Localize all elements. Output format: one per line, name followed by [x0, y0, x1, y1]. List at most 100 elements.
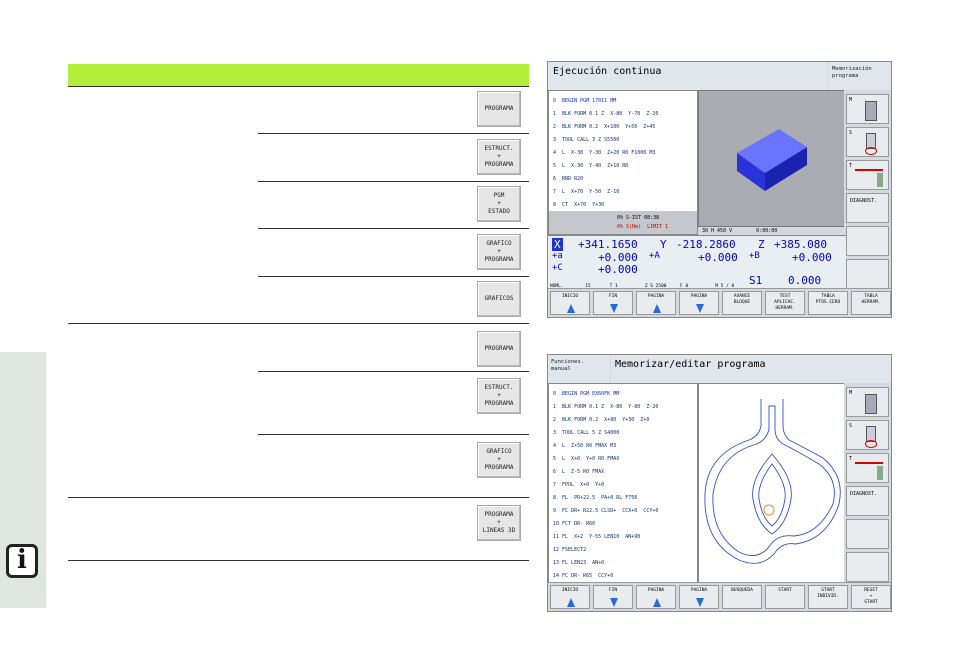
softkey-label: PAGINA — [690, 588, 708, 593]
softkey-tabla-herram[interactable]: TABLA HERRAM. — [851, 291, 891, 315]
sidekey-empty[interactable] — [846, 519, 889, 549]
program-line: 1 BLK FORM 0.1 Z X-80 Y-80 Z-20 — [553, 404, 659, 410]
mode-label: Memorización programa — [832, 66, 872, 79]
softkey-busqueda[interactable]: BUSQUEDA — [722, 585, 762, 609]
rotation-icon — [865, 440, 877, 448]
axis-label-a: +a — [552, 251, 563, 261]
axis-value-y: -218.2860 — [676, 238, 736, 251]
softkey-inicio[interactable]: INICIO — [550, 585, 590, 609]
sidekey-label: T — [849, 163, 853, 169]
softkey-pagina-up[interactable]: PAGINA — [636, 585, 676, 609]
program-line: 12 FSELECT2 — [553, 547, 587, 553]
cnc-screen-editar: Funciones. manual Memorizar/editar progr… — [547, 354, 892, 612]
softkey-programa[interactable]: PROGRAMA — [477, 91, 521, 127]
program-line: 13 FL LEN23 AN+0 — [553, 560, 605, 566]
program-line: 7 FPOL X+0 Y+0 — [553, 482, 605, 488]
softkey-start[interactable]: START — [765, 585, 805, 609]
softkey-programa-2[interactable]: PROGRAMA — [477, 331, 521, 367]
program-line: 8 FL PR+22.5 PA+0 RL F750 — [553, 495, 638, 501]
graphic-status-text: 30 H 450 V 0:00:00 — [702, 228, 778, 234]
info-icon: i — [6, 544, 38, 578]
softkey-avance-bloque[interactable]: AVANCE BLOQUE — [722, 291, 762, 315]
axis-value-z: +385.080 — [774, 238, 827, 251]
softkey-programa-lineas-3d[interactable]: PROGRAMA + LINEAS 3D — [477, 505, 521, 541]
program-line: 11 FL X+2 Y-55 LEN10 AN+90 — [553, 534, 641, 540]
program-line: 1 BLK FORM 0.1 Z X-80 Y-70 Z-20 — [553, 111, 659, 117]
spindle-icon — [865, 394, 877, 414]
contour-graphic — [704, 399, 841, 564]
sidekey-diagnost[interactable]: DIAGNOST. — [846, 486, 889, 516]
program-line: 5 L X-30 Y-40 Z+10 RR — [553, 163, 629, 169]
axis-label-z: Z — [758, 238, 765, 251]
softkey-pagina-down[interactable]: PAGINA — [679, 291, 719, 315]
program-listing: 0 BEGIN PGM EX60FK MM 1 BLK FORM 0.1 Z X… — [548, 383, 698, 584]
sidekey-m[interactable]: M — [846, 387, 889, 417]
sidekey-label: DIAGNOST. — [850, 491, 878, 497]
program-line: 0 BEGIN PGM EX60FK MM — [553, 391, 620, 397]
row-divider — [68, 560, 529, 561]
arrow-down-icon — [610, 304, 618, 313]
softkey-graficos[interactable]: GRAFICOS — [477, 281, 521, 317]
softkey-pagina-up[interactable]: PAGINA — [636, 291, 676, 315]
program-line: 4 L X-30 Y-30 Z+20 R0 F1000 M3 — [553, 150, 656, 156]
sidekey-label: T — [849, 456, 853, 462]
spindle-label: S1 — [749, 274, 763, 287]
softkey-label: PAGINA — [647, 294, 665, 299]
softkey-label: TABLA PTOS.CERO — [815, 294, 841, 305]
softkey-test-aplicac[interactable]: TEST APLICAC. HERRAM. — [765, 291, 805, 315]
position-display: X +341.1650 Y -218.2860 Z +385.080 +a +0… — [548, 235, 846, 292]
softkey-fin[interactable]: FIN — [593, 585, 633, 609]
softkey-tabla-ptos-cero[interactable]: TABLA PTOS.CERO — [808, 291, 848, 315]
arrow-up-icon — [653, 304, 661, 313]
horizontal-softkeys: INICIO FIN PAGINA PAGINA BUSQUEDA START … — [548, 582, 891, 611]
softkey-inicio[interactable]: INICIO — [550, 291, 590, 315]
row-divider — [68, 497, 529, 498]
program-line: 2 BLK FORM 0.2 X+100 Y+50 Z+45 — [553, 124, 656, 130]
row-divider — [258, 228, 529, 229]
axis-value-x: +341.1650 — [578, 238, 638, 251]
sidekey-t[interactable]: T — [846, 453, 889, 483]
tool-icon — [877, 466, 883, 480]
row-divider — [258, 181, 529, 182]
softkey-grafico-programa-2[interactable]: GRAFICO + PROGRAMA — [477, 442, 521, 478]
mode-box: Funciones. manual — [548, 355, 610, 384]
sidekey-s[interactable]: S — [846, 127, 889, 157]
row-divider — [258, 133, 529, 134]
program-line: 7 L X+70 Y-50 Z-10 — [553, 189, 620, 195]
sidekey-m[interactable]: M — [846, 94, 889, 124]
status-line: 0% S-IST 08:38 — [617, 215, 660, 221]
axis-label-b: +B — [749, 251, 760, 261]
arrow-up-icon — [567, 598, 575, 607]
softkey-start-individ[interactable]: START INDIVID. — [808, 585, 848, 609]
arrow-down-icon — [696, 304, 704, 313]
mode-label: Funciones. manual — [551, 359, 585, 372]
softkey-grafico-programa[interactable]: GRAFICO + PROGRAMA — [477, 234, 521, 270]
softkey-label: BUSQUEDA — [731, 588, 753, 593]
axis-value-aa: +0.000 — [698, 251, 738, 264]
axis-label-y: Y — [660, 238, 667, 251]
program-line: 3 TOOL CALL 5 Z S4000 — [553, 430, 620, 436]
sidekey-label: M — [849, 390, 853, 396]
program-line: 4 L Z+50 R0 FMAX M3 — [553, 443, 617, 449]
softkey-pgm-estado[interactable]: PGM + ESTADO — [477, 186, 521, 222]
softkey-estruct-programa[interactable]: ESTRUCT. + PROGRAMA — [477, 139, 521, 175]
sidekey-diagnost[interactable]: DIAGNOST. — [846, 193, 889, 223]
sidekey-empty[interactable] — [846, 259, 889, 289]
program-line: 14 FC DR- R65 CCY+0 — [553, 573, 614, 579]
sidekey-empty[interactable] — [846, 552, 889, 582]
softkey-label: TEST APLICAC. HERRAM. — [774, 294, 796, 311]
arrow-down-icon — [696, 598, 704, 607]
sidekey-t[interactable]: T — [846, 160, 889, 190]
program-line: 6 L Z-5 R0 FMAX — [553, 469, 605, 475]
workpiece-3d — [737, 129, 807, 191]
softkey-fin[interactable]: FIN — [593, 291, 633, 315]
softkey-label: AVANCE BLOQUE — [733, 294, 751, 305]
softkey-pagina-down[interactable]: PAGINA — [679, 585, 719, 609]
program-line: 2 BLK FORM 0.2 X+80 Y+30 Z+0 — [553, 417, 650, 423]
graphic-window — [698, 90, 846, 227]
sidekey-empty[interactable] — [846, 226, 889, 256]
softkey-estruct-programa-2[interactable]: ESTRUCT. + PROGRAMA — [477, 378, 521, 414]
horizontal-softkeys: INICIO FIN PAGINA PAGINA AVANCE BLOQUE T… — [548, 288, 891, 317]
sidekey-s[interactable]: S — [846, 420, 889, 450]
softkey-reset-start[interactable]: RESET + START — [851, 585, 891, 609]
